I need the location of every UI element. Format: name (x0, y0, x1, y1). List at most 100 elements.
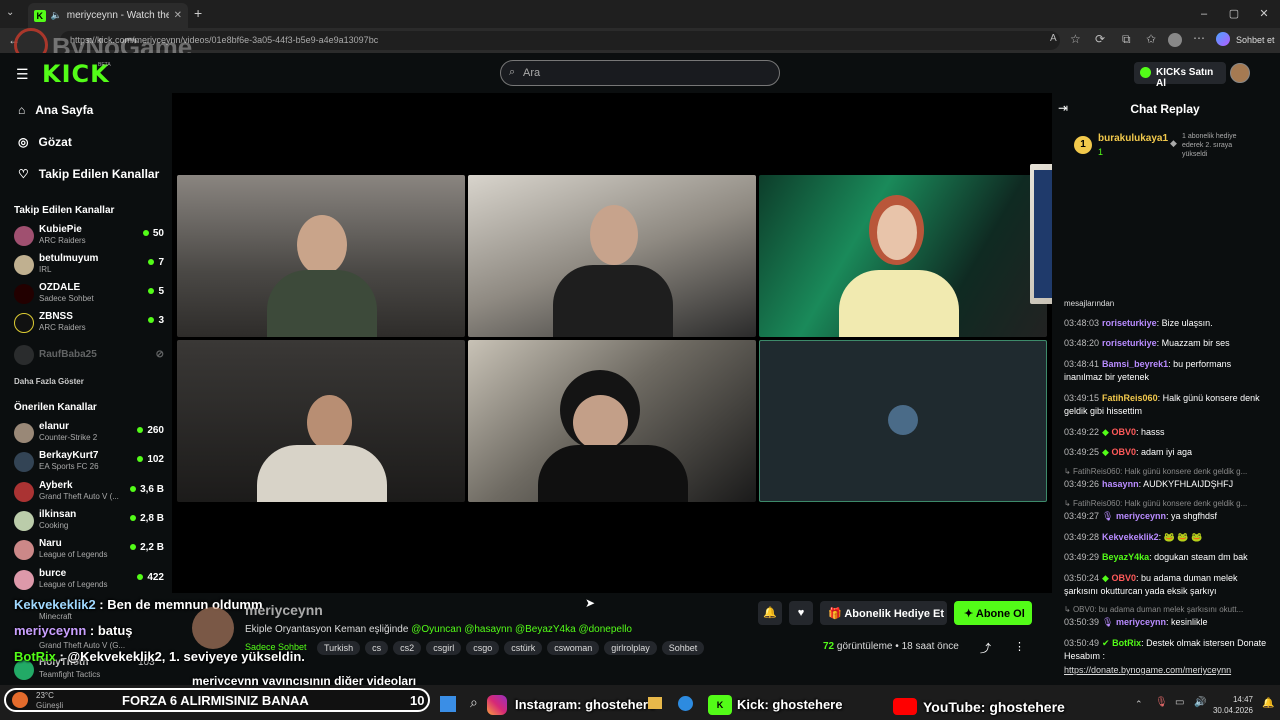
show-more-link[interactable]: Daha Fazla Göster (14, 377, 84, 386)
close-tab-icon[interactable]: ✕ (174, 10, 182, 21)
channel-category: ARC Raiders (39, 323, 86, 332)
recommended-channel[interactable]: BerkayKurt7 EA Sports FC 26 102 (14, 450, 164, 476)
collapse-chat-icon[interactable]: ⇥ (1058, 101, 1068, 115)
viewer-count: 422 (137, 572, 164, 583)
gift-sub-button[interactable]: 🎁 Abonelik Hediye Et (820, 601, 947, 625)
hamburger-menu-icon[interactable]: ☰ (16, 66, 29, 83)
tag[interactable]: cs (365, 641, 389, 655)
tray-chevron-icon[interactable]: ⌃ (1135, 699, 1143, 710)
close-window-icon[interactable]: ✕ (1256, 6, 1272, 22)
followed-section-title: Takip Edilen Kanallar (14, 205, 115, 216)
tag[interactable]: cstürk (504, 641, 543, 655)
channel-category: Teamfight Tactics (39, 670, 101, 679)
gift-icon: 🎁 (828, 608, 845, 620)
read-aloud-icon[interactable]: A (1050, 33, 1067, 44)
mic-badge-icon: 🎙 (1102, 617, 1116, 627)
chat-message: 03:49:27 🎙 meriyceynn: ya shgfhdsf (1064, 511, 1218, 521)
browser-tab[interactable]: K 🔈 meriyceynn - Watch the VOD ✕ (28, 3, 188, 28)
nav-following[interactable]: ♡ Takip Edilen Kanallar (18, 164, 168, 184)
mention-link[interactable]: @Oyuncan (411, 624, 461, 635)
gift-icon: ◆ (1170, 138, 1177, 148)
notification-icon[interactable]: 🔔 (1262, 698, 1274, 709)
split-screen-icon[interactable]: ⧉ (1122, 32, 1131, 47)
minimize-icon[interactable]: – (1196, 6, 1212, 22)
tag-list: Turkish cs cs2 csgirl csgo cstürk cswoman girlr… (317, 640, 709, 655)
folder-icon[interactable] (648, 697, 662, 709)
windows-start-icon[interactable] (440, 696, 456, 712)
search-icon[interactable]: ⌕ (470, 694, 478, 711)
tag[interactable]: cswoman (547, 641, 600, 655)
followed-channel-offline[interactable]: RaufBaba25 ⊘ (14, 345, 164, 371)
recommended-channel[interactable]: burce League of Legends 422 (14, 568, 164, 594)
followed-channel-kubiepie[interactable]: KubiePie ARC Raiders 50 (14, 224, 164, 250)
network-icon[interactable]: ▭ (1175, 697, 1184, 708)
profile-avatar[interactable] (1168, 33, 1182, 47)
mention-link[interactable]: @BeyazY4ka (515, 624, 576, 635)
live-dot-icon (148, 288, 155, 294)
recommended-channel[interactable]: elanur Counter-Strike 2 260 (14, 421, 164, 447)
channel-avatar[interactable] (192, 607, 234, 649)
share-icon[interactable]: ⤴ (980, 640, 991, 656)
chat-title: Chat Replay (1130, 102, 1200, 116)
mic-badge-icon: 🎙 (1102, 511, 1116, 521)
recommended-channel[interactable]: ilkinsan Cooking 2,8 B (14, 509, 164, 535)
recommended-channel[interactable]: Ayberk Grand Theft Auto V (... 3,6 B (14, 480, 164, 506)
extensions-icon[interactable]: ⟳ (1095, 32, 1105, 46)
recommended-channel[interactable]: Naru League of Legends 2,2 B (14, 538, 164, 564)
follow-heart-icon[interactable]: ♥ (789, 601, 813, 625)
new-tab-icon[interactable]: + (194, 5, 202, 21)
copilot-icon[interactable] (1216, 32, 1230, 46)
search-input[interactable]: ⌕ Ara (500, 60, 780, 86)
pinned-username[interactable]: burakulukaya1 (1098, 133, 1168, 144)
user-avatar[interactable] (1230, 63, 1250, 83)
reply-icon: ↳ (1064, 499, 1073, 508)
mention-link[interactable]: @hasaynn (464, 624, 512, 635)
speaker-icon[interactable]: 🔈 (51, 10, 62, 21)
tag[interactable]: csgo (466, 641, 500, 655)
avatar (14, 313, 34, 333)
tag[interactable]: Sohbet (661, 641, 705, 655)
sohbet-button[interactable]: Sohbet et (1236, 35, 1275, 45)
tag[interactable]: Turkish (317, 641, 361, 655)
favorite-star-icon[interactable]: ☆ (1070, 32, 1081, 46)
viewer-count: 2,2 B (130, 542, 164, 553)
notification-bell-icon[interactable]: 🔔 (758, 601, 782, 625)
weather-icon (12, 692, 28, 708)
followed-channel-zbnss[interactable]: ZBNSS ARC Raiders 3 (14, 311, 164, 337)
nav-browse[interactable]: ◎ Gözat (18, 132, 168, 152)
reply-icon: ↳ (1064, 605, 1073, 614)
followed-channel-ozdale[interactable]: OZDALE Sadece Sohbet 5 (14, 282, 164, 308)
more-options-icon[interactable]: ⋮ (1014, 640, 1025, 653)
tag[interactable]: cs2 (393, 641, 422, 655)
donate-link[interactable]: https://donate.bynogame.com/meriyceynn (1064, 664, 1270, 677)
overlay-chat-line: Kekvekeklik2 : Ben de memnun oldumm (14, 597, 263, 612)
mention-link[interactable]: @donepello (578, 624, 632, 635)
tag[interactable]: girlrolplay (604, 641, 657, 655)
nav-home[interactable]: ⌂ Ana Sayfa (18, 100, 168, 120)
chat-message: 03:49:25 ◆ OBV0: adam iyi aga (1064, 447, 1193, 457)
buy-kicks-button[interactable]: KICKs Satın Al (1134, 62, 1226, 89)
favorites-icon[interactable]: ✩ (1146, 32, 1156, 46)
clock-time[interactable]: 14:47 (1213, 695, 1253, 704)
url-input[interactable]: https://kick.com/meriyceynn/videos/01e8b… (60, 31, 1060, 50)
more-menu-icon[interactable]: ⋯ (1193, 31, 1205, 45)
followed-channel-betulmuyum[interactable]: betulmuyum IRL 7 (14, 253, 164, 279)
clock-date[interactable]: 30.04.2026 (1205, 706, 1253, 715)
tag[interactable]: csgirl (426, 641, 462, 655)
mic-tray-icon[interactable]: 🎙 (1155, 697, 1168, 708)
live-dot-icon (137, 456, 144, 462)
channel-category: League of Legends (39, 580, 108, 589)
channel-name[interactable]: meriyceynn (245, 602, 323, 618)
channel-name: ZBNSS (39, 311, 73, 322)
maximize-icon[interactable]: ▢ (1226, 6, 1242, 22)
goal-count: 10 (410, 693, 425, 708)
tab-list-icon[interactable]: ⌄ (6, 7, 14, 18)
live-dot-icon (137, 574, 144, 580)
live-dot-icon (142, 230, 149, 236)
edge-icon[interactable] (678, 696, 693, 711)
category-link[interactable]: Sadece Sohbet (245, 642, 307, 652)
avatar (14, 540, 34, 560)
subscribe-button[interactable]: ✦ Abone Ol (954, 601, 1032, 625)
avatar (14, 570, 34, 590)
kicks-coin-icon (1140, 67, 1151, 78)
